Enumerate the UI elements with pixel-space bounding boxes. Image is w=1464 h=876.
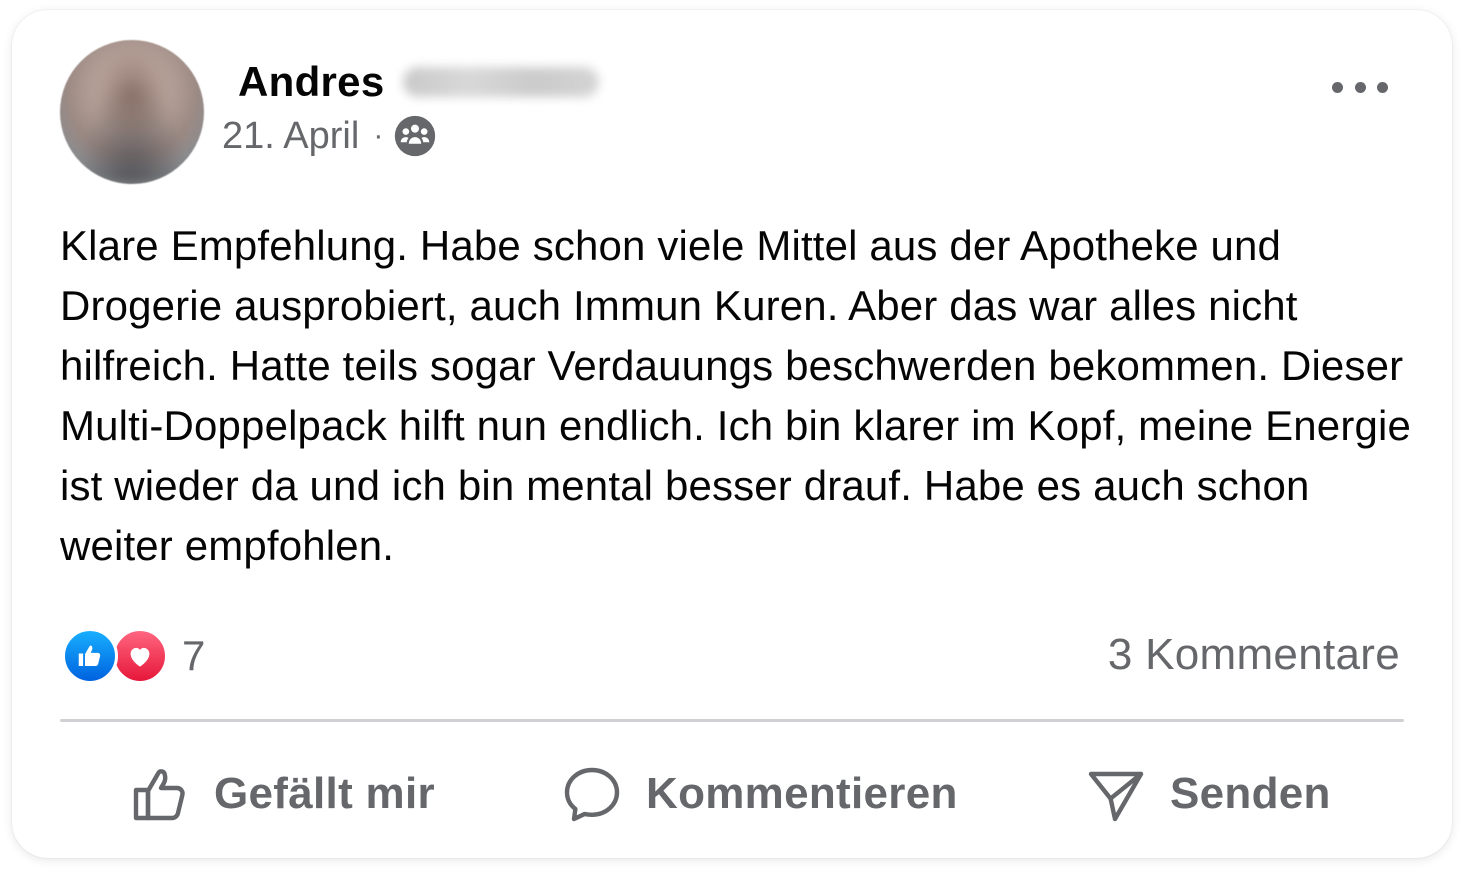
post-date[interactable]: 21. April [222, 115, 359, 158]
comments-count-link[interactable]: 3 Kommentare [1108, 630, 1400, 680]
post-meta: 21. April · [222, 114, 437, 158]
like-button[interactable]: Gefällt mir [128, 762, 435, 826]
more-dot [1332, 81, 1343, 93]
more-options-icon[interactable] [1332, 72, 1388, 102]
love-icon [112, 628, 168, 684]
thumbs-up-icon [133, 769, 185, 821]
post-text: Klare Empfehlung. Habe schon viele Mitte… [60, 222, 1411, 569]
author-first-name[interactable]: Andres [238, 58, 385, 106]
more-dot [1377, 81, 1388, 93]
avatar[interactable] [60, 40, 204, 184]
meta-separator: · [373, 119, 384, 152]
send-button-label: Senden [1170, 769, 1331, 818]
like-icon [62, 628, 118, 684]
reaction-count: 7 [182, 632, 206, 679]
reactions-summary[interactable]: 7 [62, 626, 205, 686]
comment-button[interactable]: Kommentieren [560, 762, 958, 826]
comment-button-label: Kommentieren [646, 769, 958, 818]
author-surname-redacted [402, 67, 599, 97]
friends-icon[interactable] [393, 114, 437, 158]
like-button-label: Gefällt mir [214, 769, 435, 818]
action-bar: Gefällt mir Kommentieren Senden [60, 750, 1404, 838]
divider [60, 719, 1404, 722]
author-name[interactable]: Andres [238, 58, 599, 106]
speech-bubble-icon [564, 767, 620, 822]
send-button[interactable]: Senden [1084, 762, 1331, 826]
post-card: Andres 21. April · Klare Empfehlung. Hab… [12, 10, 1452, 858]
send-icon [1088, 771, 1144, 822]
more-dot [1354, 81, 1366, 93]
avatar-image-blurred [60, 40, 204, 184]
